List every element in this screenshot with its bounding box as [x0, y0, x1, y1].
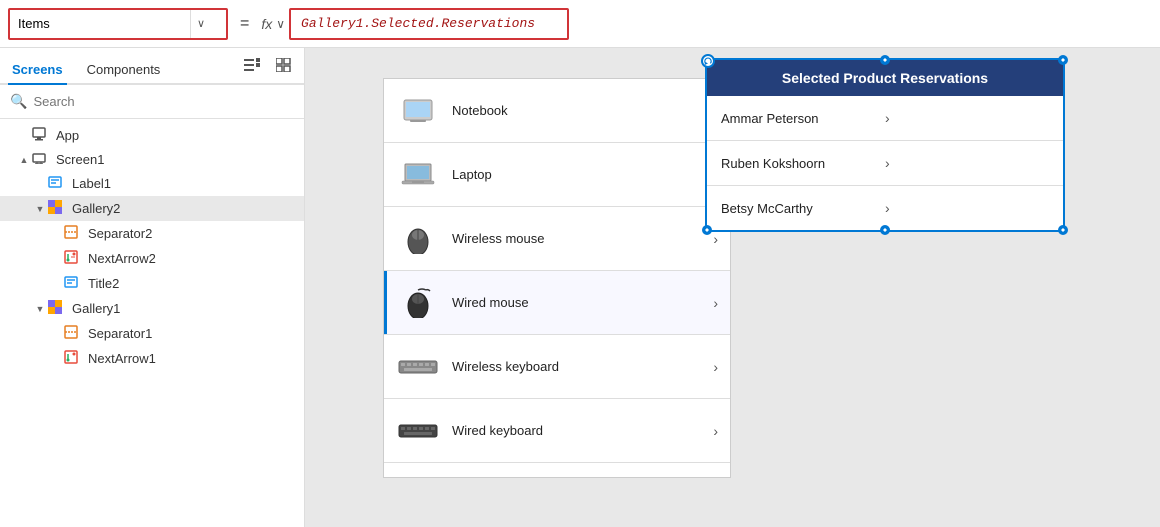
- tree-label-gallery1: Gallery1: [72, 301, 120, 316]
- search-input[interactable]: [33, 94, 294, 109]
- tab-screens[interactable]: Screens: [8, 56, 67, 83]
- reservation-arrow-1: ›: [885, 110, 1049, 126]
- canvas-area: Notebook › Laptop ›: [305, 48, 1160, 527]
- gallery-item-notebook[interactable]: Notebook ›: [384, 79, 730, 143]
- main-layout: Screens Components: [0, 48, 1160, 527]
- reservation-item-2[interactable]: Ruben Kokshoorn ›: [707, 141, 1063, 186]
- tab-icons: [240, 56, 296, 83]
- tree-label-title2: Title2: [88, 276, 119, 291]
- tree-expand-screen1[interactable]: ▲: [16, 155, 32, 165]
- gallery-icon: [48, 200, 68, 217]
- wired-keyboard-name: Wired keyboard: [452, 423, 713, 438]
- fx-icon: fx: [261, 16, 272, 32]
- tree-label-nextarrow2: NextArrow2: [88, 251, 156, 266]
- wired-mouse-name: Wired mouse: [452, 295, 713, 310]
- laptop-name: Laptop: [452, 167, 713, 182]
- tree-label-nextarrow1: NextArrow1: [88, 351, 156, 366]
- search-icon: 🔍: [10, 93, 27, 110]
- tabs-row: Screens Components: [0, 48, 304, 85]
- tree-expand-gallery1[interactable]: ▼: [32, 304, 48, 314]
- gallery-item-wireless-keyboard[interactable]: Wireless keyboard ›: [384, 335, 730, 399]
- screen-icon: [32, 152, 52, 167]
- name-dropdown-arrow[interactable]: ∨: [190, 10, 211, 38]
- tree-item-label1[interactable]: Label1: [0, 171, 304, 196]
- nextarrow-icon: [64, 250, 84, 267]
- handle-bottom-middle[interactable]: [880, 225, 890, 235]
- tree-item-separator2[interactable]: Separator2: [0, 221, 304, 246]
- notebook-image: [398, 96, 438, 126]
- fx-area: fx ∨ Gallery1.Selected.Reservations: [261, 8, 1152, 40]
- reservation-name-1: Ammar Peterson: [721, 111, 885, 126]
- reservation-item-1[interactable]: Ammar Peterson ›: [707, 96, 1063, 141]
- handle-top-middle[interactable]: [880, 55, 890, 65]
- wired-keyboard-arrow: ›: [713, 423, 718, 439]
- list-view-icon[interactable]: [240, 56, 264, 77]
- gallery-item-wired-mouse[interactable]: Wired mouse ›: [384, 271, 730, 335]
- wireless-keyboard-image: [398, 352, 438, 382]
- wireless-mouse-arrow: ›: [713, 231, 718, 247]
- wireless-mouse-image: [398, 224, 438, 254]
- fx-dropdown[interactable]: ∨: [276, 17, 285, 31]
- laptop-image: [398, 160, 438, 190]
- tree-label-screen1: Screen1: [56, 152, 104, 167]
- gallery-item-wired-keyboard[interactable]: Wired keyboard ›: [384, 399, 730, 463]
- equals-sign: =: [236, 15, 253, 33]
- gallery-item-wireless-mouse[interactable]: Wireless mouse ›: [384, 207, 730, 271]
- reservations-header: Selected Product Reservations: [707, 60, 1063, 96]
- reservations-panel[interactable]: Selected Product Reservations Ammar Pete…: [705, 58, 1065, 232]
- tree-label-separator2: Separator2: [88, 226, 152, 241]
- wired-keyboard-image: [398, 416, 438, 446]
- tree-label-gallery2: Gallery2: [72, 201, 120, 216]
- reservation-arrow-2: ›: [885, 155, 1049, 171]
- tree-item-nextarrow1[interactable]: NextArrow1: [0, 346, 304, 371]
- gallery-item-laptop[interactable]: Laptop ›: [384, 143, 730, 207]
- tree-item-nextarrow2[interactable]: NextArrow2: [0, 246, 304, 271]
- tree-label-separator1: Separator1: [88, 326, 152, 341]
- tab-components[interactable]: Components: [83, 56, 165, 83]
- name-box[interactable]: Items ∨: [8, 8, 228, 40]
- gallery1-icon: [48, 300, 68, 317]
- top-bar: Items ∨ = fx ∨ Gallery1.Selected.Reserva…: [0, 0, 1160, 48]
- grid-view-icon[interactable]: [272, 56, 296, 77]
- handle-top-right[interactable]: [1058, 55, 1068, 65]
- search-box: 🔍: [0, 85, 304, 119]
- product-gallery: Notebook › Laptop ›: [383, 78, 731, 478]
- tree-item-title2[interactable]: Title2: [0, 271, 304, 296]
- left-panel: Screens Components: [0, 48, 305, 527]
- wireless-mouse-name: Wireless mouse: [452, 231, 713, 246]
- label-icon: [48, 175, 68, 192]
- handle-bottom-left[interactable]: [702, 225, 712, 235]
- reservation-name-3: Betsy McCarthy: [721, 201, 885, 216]
- separator-icon: [64, 225, 84, 242]
- title-icon: [64, 275, 84, 292]
- tree-item-gallery2[interactable]: ▼ Gallery2: [0, 196, 304, 221]
- wireless-keyboard-arrow: ›: [713, 359, 718, 375]
- tree-item-screen1[interactable]: ▲ Screen1: [0, 148, 304, 171]
- edit-handle[interactable]: [701, 54, 715, 68]
- wireless-keyboard-name: Wireless keyboard: [452, 359, 713, 374]
- tree: App ▲ Screen1: [0, 119, 304, 527]
- tree-item-separator1[interactable]: Separator1: [0, 321, 304, 346]
- tree-label-app: App: [56, 128, 79, 143]
- nextarrow1-icon: [64, 350, 84, 367]
- formula-box[interactable]: Gallery1.Selected.Reservations: [289, 8, 569, 40]
- reservation-name-2: Ruben Kokshoorn: [721, 156, 885, 171]
- app-icon: [32, 127, 52, 144]
- reservation-item-3[interactable]: Betsy McCarthy ›: [707, 186, 1063, 230]
- notebook-name: Notebook: [452, 103, 713, 118]
- tree-expand-gallery2[interactable]: ▼: [32, 204, 48, 214]
- reservation-arrow-3: ›: [885, 200, 1049, 216]
- wired-mouse-image: [398, 288, 438, 318]
- wired-mouse-arrow: ›: [713, 295, 718, 311]
- tree-label-label1: Label1: [72, 176, 111, 191]
- tree-item-gallery1[interactable]: ▼ Gallery1: [0, 296, 304, 321]
- tree-item-app[interactable]: App: [0, 123, 304, 148]
- handle-bottom-right[interactable]: [1058, 225, 1068, 235]
- name-input[interactable]: Items: [10, 16, 190, 31]
- separator1-icon: [64, 325, 84, 342]
